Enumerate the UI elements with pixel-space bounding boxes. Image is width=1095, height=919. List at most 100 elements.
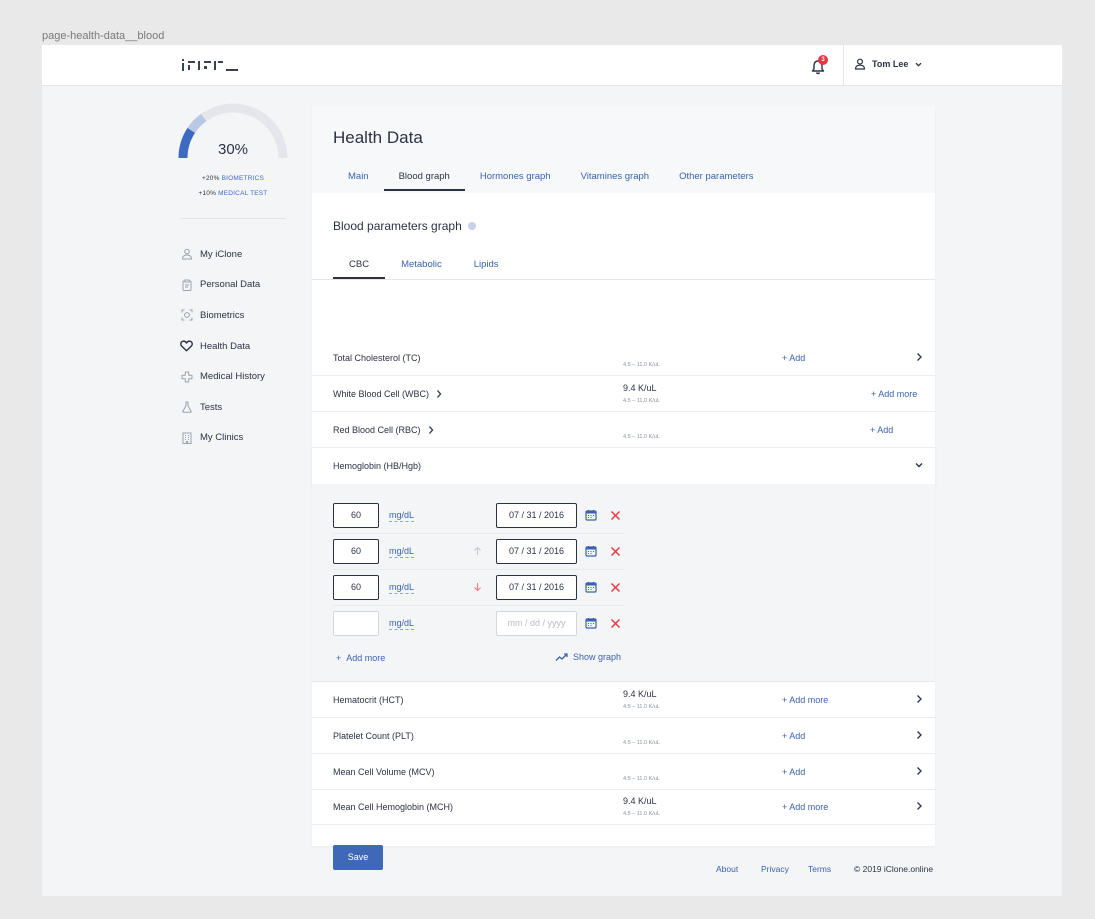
parameter-row-plt[interactable]: Platelet Count (PLT) 4.5 – 11.0 K/uL + A…	[312, 718, 935, 754]
footer-link-privacy[interactable]: Privacy	[761, 864, 789, 874]
value-input[interactable]: 60	[333, 575, 379, 600]
sidebar-item-label: Personal Data	[200, 279, 261, 291]
parameter-row-hct[interactable]: Hematocrit (HCT) 9.4 K/uL 4.5 – 11.0 K/u…	[312, 682, 935, 718]
subtab-lipids[interactable]: Lipids	[458, 257, 515, 279]
chevron-right-icon[interactable]	[914, 729, 924, 741]
value-input[interactable]: 60	[333, 503, 379, 528]
entry-divider	[333, 605, 623, 606]
date-input[interactable]: 07 / 31 / 2016	[496, 575, 577, 600]
sidebar-item-my-clinics[interactable]: My Clinics	[180, 423, 265, 454]
footer-link-about[interactable]: About	[716, 864, 738, 874]
sidebar-item-medical-history[interactable]: Medical History	[180, 361, 265, 392]
sidebar-item-health-data[interactable]: Health Data	[180, 331, 265, 362]
tab-main[interactable]: Main	[333, 165, 384, 191]
parameter-range: 4.5 – 11.0 K/uL	[623, 811, 660, 817]
parameter-row-mcv[interactable]: Mean Cell Volume (MCV) 4.5 – 11.0 K/uL +…	[312, 754, 935, 790]
hemoglobin-entries-panel: 60 mg/dL 07 / 31 / 2016 60 mg/dL 07 / 31…	[312, 484, 935, 682]
parameter-row-rbc[interactable]: Red Blood Cell (RBC) 4.5 – 11.0 K/uL + A…	[312, 412, 935, 448]
chevron-right-icon[interactable]	[914, 765, 924, 777]
sidebar-item-tests[interactable]: Tests	[180, 392, 265, 423]
chevron-right-icon[interactable]	[914, 800, 924, 812]
value-input[interactable]	[333, 611, 379, 636]
save-button[interactable]: Save	[333, 845, 383, 870]
parameter-row-wbc[interactable]: White Blood Cell (WBC) 9.4 K/uL 4.5 – 11…	[312, 376, 935, 412]
calendar-icon[interactable]	[585, 509, 597, 521]
user-menu[interactable]: Tom Lee	[854, 58, 923, 70]
subtab-metabolic[interactable]: Metabolic	[385, 257, 458, 279]
top-divider	[843, 45, 844, 86]
delete-icon[interactable]	[610, 618, 621, 629]
delete-icon[interactable]	[610, 582, 621, 593]
sidebar-item-my-iclone[interactable]: My iClone	[180, 239, 265, 270]
plus-icon: +	[336, 653, 342, 663]
add-button[interactable]: + Add	[782, 767, 805, 777]
page: 3 Tom Lee 30% +20% BIOMETRICS +10% MEDIC…	[42, 45, 1062, 896]
parameter-row-hemoglobin[interactable]: Hemoglobin (HB/Hgb)	[312, 448, 935, 484]
add-more-button[interactable]: + Add more	[782, 695, 828, 705]
chevron-right-icon[interactable]	[427, 425, 435, 435]
tab-blood-graph[interactable]: Blood graph	[383, 165, 466, 191]
tab-other-parameters[interactable]: Other parameters	[664, 165, 768, 191]
plus-icon: +	[871, 389, 877, 399]
chevron-down-icon[interactable]	[914, 459, 924, 471]
footer-link-terms[interactable]: Terms	[808, 864, 831, 874]
add-more-button[interactable]: + Add more	[782, 802, 828, 812]
calendar-icon[interactable]	[585, 545, 597, 557]
add-button[interactable]: + Add	[870, 425, 893, 435]
calendar-icon[interactable]	[585, 617, 597, 629]
parameter-name: Mean Cell Hemoglobin (MCH)	[333, 802, 453, 812]
date-input[interactable]: mm / dd / yyyy	[496, 611, 577, 636]
delete-icon[interactable]	[610, 510, 621, 521]
parameter-row-tc[interactable]: Total Cholesterol (TC) 4.5 – 11.0 K/uL +…	[312, 340, 935, 376]
add-label: Add	[789, 353, 806, 363]
tab-vitamines-graph[interactable]: Vitamines graph	[566, 165, 664, 191]
parameter-value: 9.4 K/uL	[623, 689, 657, 699]
parameter-name: Hemoglobin (HB/Hgb)	[333, 461, 421, 471]
chevron-right-icon[interactable]	[914, 693, 924, 705]
show-graph-button[interactable]: Show graph	[555, 652, 621, 662]
sidebar-item-biometrics[interactable]: Biometrics	[180, 300, 265, 331]
calendar-icon[interactable]	[585, 581, 597, 593]
bonus-amount: +20%	[201, 175, 220, 182]
unit-select[interactable]: mg/dL	[389, 582, 415, 594]
add-button[interactable]: + Add	[782, 353, 805, 363]
parameter-name: Mean Cell Volume (MCV)	[333, 767, 435, 777]
sidebar-item-personal-data[interactable]: Personal Data	[180, 270, 265, 301]
trend-up-icon	[474, 546, 481, 555]
unit-select[interactable]: mg/dL	[389, 510, 415, 522]
delete-icon[interactable]	[610, 546, 621, 557]
bonus-label: BIOMETRICS	[221, 175, 265, 182]
info-icon[interactable]	[467, 222, 476, 230]
unit-select[interactable]: mg/dL	[389, 546, 415, 558]
chevron-right-icon[interactable]	[914, 351, 924, 363]
sidebar-item-label: Tests	[200, 401, 223, 413]
parameter-range: 4.5 – 11.0 K/uL	[623, 362, 660, 368]
logo[interactable]	[180, 57, 246, 75]
add-more-button[interactable]: + Add more	[871, 389, 917, 399]
chevron-right-icon[interactable]	[435, 389, 443, 399]
sidebar-item-label: Biometrics	[200, 309, 245, 321]
main-tabs: Main Blood graph Hormones graph Vitamine…	[333, 165, 769, 191]
section-title-text: Blood parameters graph	[333, 219, 462, 233]
tab-hormones-graph[interactable]: Hormones graph	[465, 165, 566, 191]
progress-value: 30%	[217, 141, 249, 158]
value-input[interactable]: 60	[333, 539, 379, 564]
add-more-entry-button[interactable]: + Add more	[336, 653, 385, 663]
subtab-cbc[interactable]: CBC	[333, 257, 386, 279]
chevron-down-icon	[915, 62, 922, 67]
user-name: Tom Lee	[872, 59, 909, 69]
plus-icon: +	[782, 353, 788, 363]
parameter-value: 9.4 K/uL	[623, 796, 657, 806]
date-input[interactable]: 07 / 31 / 2016	[496, 539, 577, 564]
page-title: Health Data	[333, 128, 423, 147]
footer-copyright: © 2019 iClone.online	[854, 864, 934, 874]
plus-icon: +	[870, 425, 876, 435]
add-button[interactable]: + Add	[782, 731, 805, 741]
user-icon	[854, 58, 866, 70]
date-input[interactable]: 07 / 31 / 2016	[496, 503, 577, 528]
parameter-name-text: Hematocrit (HCT)	[333, 695, 404, 705]
parameter-row-mch[interactable]: Mean Cell Hemoglobin (MCH) 9.4 K/uL 4.5 …	[312, 789, 935, 825]
unit-select[interactable]: mg/dL	[389, 618, 415, 630]
bonus-amount: +10%	[198, 190, 217, 197]
parameter-name-text: Mean Cell Volume (MCV)	[333, 767, 435, 777]
